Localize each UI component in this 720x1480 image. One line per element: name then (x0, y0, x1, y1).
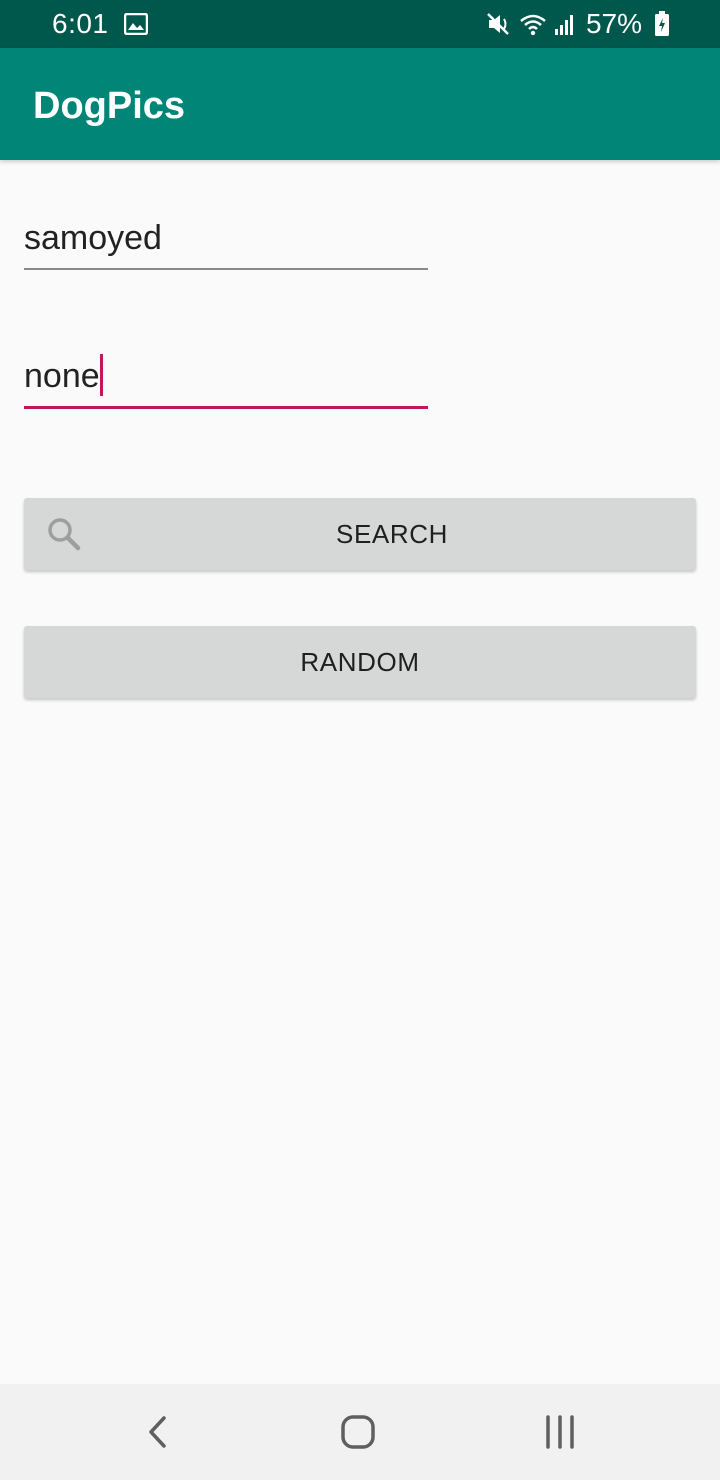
wifi-icon (520, 14, 546, 36)
random-button[interactable]: RANDOM (24, 626, 696, 698)
back-icon[interactable] (138, 1412, 178, 1452)
random-button-label: RANDOM (300, 646, 420, 677)
battery-percent: 57% (585, 8, 642, 39)
navigation-bar (0, 1384, 720, 1480)
status-time: 6:01 (52, 8, 109, 39)
sub-breed-input-value: none (24, 357, 100, 395)
home-icon[interactable] (338, 1412, 378, 1452)
app-bar: DogPics (0, 48, 720, 160)
sub-breed-input[interactable]: none (24, 354, 428, 409)
app-title: DogPics (33, 85, 186, 127)
recents-icon[interactable] (540, 1412, 580, 1452)
gallery-icon (124, 13, 148, 35)
search-button-label: SEARCH (336, 518, 448, 549)
signal-icon (554, 15, 573, 35)
battery-icon (655, 11, 669, 36)
text-cursor (99, 354, 103, 396)
breed-input[interactable]: samoyed (24, 216, 428, 270)
status-icons: 57% (480, 8, 670, 40)
breed-input-value: samoyed (24, 219, 162, 257)
status-bar: 6:01 57% (0, 0, 720, 48)
search-button[interactable]: SEARCH (24, 498, 696, 570)
mute-icon (487, 13, 509, 35)
